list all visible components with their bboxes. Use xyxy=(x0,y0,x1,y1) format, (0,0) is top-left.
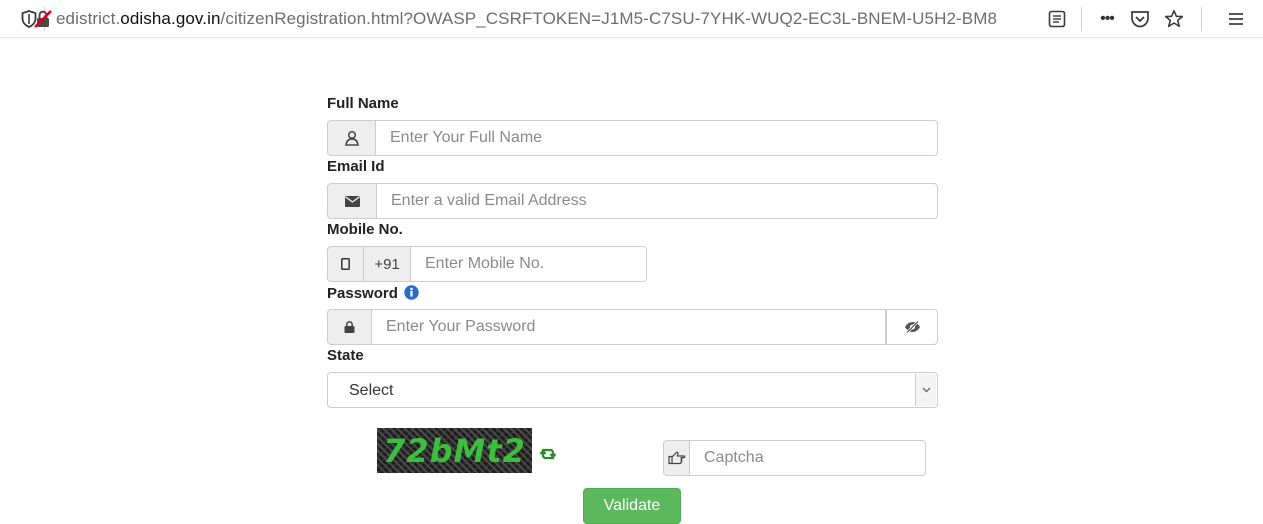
email-group xyxy=(327,183,938,219)
mobile-icon xyxy=(327,246,365,282)
hand-pointer-icon xyxy=(663,440,690,476)
pocket-icon[interactable] xyxy=(1129,0,1151,38)
insecure-connection-icon[interactable] xyxy=(30,0,56,38)
url-domain: odisha.gov.in xyxy=(120,9,221,28)
mobile-label: Mobile No. xyxy=(327,221,403,238)
mobile-input[interactable] xyxy=(411,246,647,282)
user-icon xyxy=(327,120,376,156)
state-selected-value: Select xyxy=(349,382,394,399)
email-input[interactable] xyxy=(377,183,938,219)
password-label: Password xyxy=(327,285,398,302)
mobile-group: +91 xyxy=(327,246,647,282)
browser-url-bar: edistrict.odisha.gov.in/citizenRegistrat… xyxy=(0,0,1263,38)
password-input[interactable] xyxy=(372,309,886,345)
captcha-input[interactable] xyxy=(690,440,926,476)
separator xyxy=(1201,7,1202,31)
reader-view-icon[interactable] xyxy=(1046,0,1068,38)
envelope-icon xyxy=(327,183,377,219)
email-label: Email Id xyxy=(327,158,385,175)
password-group xyxy=(327,309,938,345)
full-name-group xyxy=(327,120,938,156)
more-actions-icon[interactable]: ••• xyxy=(1094,0,1120,38)
bookmark-star-icon[interactable] xyxy=(1163,0,1185,38)
menu-icon[interactable] xyxy=(1225,0,1247,38)
eye-slash-icon[interactable] xyxy=(886,309,938,345)
state-select[interactable]: Select xyxy=(327,372,938,408)
full-name-input[interactable] xyxy=(376,120,938,156)
country-code: +91 xyxy=(364,246,411,282)
captcha-group xyxy=(663,440,926,476)
info-icon[interactable] xyxy=(404,285,419,304)
chevron-down-icon[interactable] xyxy=(915,374,936,406)
address-field[interactable]: edistrict.odisha.gov.in/citizenRegistrat… xyxy=(56,9,997,29)
full-name-label: Full Name xyxy=(327,95,399,112)
password-label-row: Password xyxy=(327,285,419,304)
state-label: State xyxy=(327,347,364,364)
captcha-image: 72bMt2 xyxy=(377,428,532,473)
captcha-image-text: 72bMt2 xyxy=(383,431,526,470)
lock-icon xyxy=(327,309,372,345)
refresh-icon[interactable] xyxy=(539,446,557,467)
url-prefix: edistrict. xyxy=(56,9,121,28)
url-path: /citizenRegistration.html?OWASP_CSRFTOKE… xyxy=(220,9,998,28)
separator xyxy=(1081,7,1082,31)
